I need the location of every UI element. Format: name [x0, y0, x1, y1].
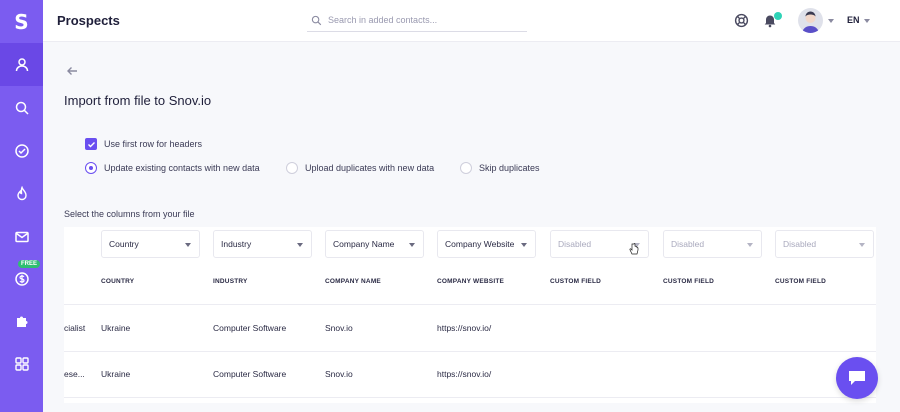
- option-update-existing-label: Update existing contacts with new data: [104, 163, 260, 173]
- option-skip-duplicates-label: Skip duplicates: [479, 163, 540, 173]
- columns-mapping-table: Country Industry Company Name Company We…: [64, 227, 876, 403]
- help-icon[interactable]: [734, 13, 749, 28]
- page-title: Prospects: [57, 13, 120, 28]
- import-heading: Import from file to Snov.io: [64, 93, 212, 108]
- back-arrow-icon[interactable]: [65, 65, 79, 77]
- puzzle-icon: [16, 316, 27, 327]
- chevron-down-icon: [859, 243, 865, 247]
- check-circle-icon: [14, 143, 29, 158]
- select-columns-label: Select the columns from your file: [64, 209, 195, 219]
- person-icon: [15, 57, 28, 71]
- column-select-industry[interactable]: Industry: [213, 230, 312, 258]
- sidebar-item-tasks[interactable]: [0, 129, 43, 172]
- table-cell-website: https://snov.io/: [437, 323, 492, 333]
- radio-update-existing[interactable]: [85, 162, 97, 174]
- table-cell-industry: Computer Software: [213, 369, 287, 379]
- mail-icon: [14, 231, 29, 242]
- search-icon: [311, 15, 322, 25]
- table-cell-company: Snov.io: [325, 323, 353, 333]
- chevron-down-icon: [297, 243, 303, 247]
- chevron-down-icon: [409, 243, 415, 247]
- table-cell-prev: ese...: [64, 369, 85, 379]
- column-select-value: Country: [109, 239, 139, 249]
- row-divider: [64, 304, 876, 305]
- column-select-value: Company Name: [333, 239, 395, 249]
- column-select-value: Disabled: [783, 239, 817, 249]
- sidebar-item-apps[interactable]: [0, 342, 43, 385]
- table-cell-country: Ukraine: [101, 369, 131, 379]
- table-cell-website: https://snov.io/: [437, 369, 492, 379]
- hand-cursor-icon: [629, 243, 639, 255]
- radio-skip-duplicates[interactable]: [460, 162, 472, 174]
- sidebar-item-integrations[interactable]: [0, 299, 43, 342]
- radio-upload-duplicates[interactable]: [286, 162, 298, 174]
- column-select-value: Industry: [221, 239, 252, 249]
- sidebar-item-prospects[interactable]: [0, 43, 43, 86]
- row-divider: [64, 351, 876, 352]
- row-divider: [64, 397, 876, 398]
- sidebar-item-email[interactable]: [0, 215, 43, 258]
- dollar-icon: [14, 271, 29, 286]
- table-cell-company: Snov.io: [325, 369, 353, 379]
- notification-dot: [774, 12, 782, 20]
- column-header-country: COUNTRY: [101, 278, 135, 285]
- column-header-company-website: COMPANY WEBSITE: [437, 278, 505, 285]
- flame-icon: [16, 185, 27, 200]
- search-input[interactable]: [328, 15, 518, 25]
- column-select-value: Disabled: [558, 239, 592, 249]
- column-select-company-website[interactable]: Company Website: [437, 230, 536, 258]
- app-logo[interactable]: S: [0, 0, 43, 43]
- column-header-custom-1: CUSTOM FIELD: [550, 278, 602, 285]
- column-header-industry: INDUSTRY: [213, 278, 248, 285]
- top-bar: Prospects EN: [43, 0, 900, 42]
- use-first-row-label: Use first row for headers: [104, 139, 203, 149]
- column-select-value: Company Website: [445, 239, 515, 249]
- column-header-company-name: COMPANY NAME: [325, 278, 381, 285]
- table-cell-industry: Computer Software: [213, 323, 287, 333]
- column-select-custom-3[interactable]: Disabled: [775, 230, 874, 258]
- chat-button[interactable]: [836, 357, 878, 399]
- table-cell-prev: cialist: [64, 323, 86, 333]
- sidebar: S FREE: [0, 0, 43, 412]
- search-box[interactable]: [307, 9, 527, 32]
- column-header-custom-2: CUSTOM FIELD: [663, 278, 715, 285]
- column-select-custom-2[interactable]: Disabled: [663, 230, 762, 258]
- column-select-company-name[interactable]: Company Name: [325, 230, 424, 258]
- avatar[interactable]: [798, 8, 823, 33]
- column-header-custom-3: CUSTOM FIELD: [775, 278, 827, 285]
- chevron-down-icon: [185, 243, 191, 247]
- language-selector[interactable]: EN: [847, 15, 860, 25]
- table-cell-country: Ukraine: [101, 323, 131, 333]
- chat-icon: [849, 371, 865, 385]
- search-icon: [15, 101, 29, 115]
- chevron-down-icon: [747, 243, 753, 247]
- option-upload-duplicates-label: Upload duplicates with new data: [305, 163, 435, 173]
- grid-icon: [14, 356, 29, 371]
- chevron-down-icon: [521, 243, 527, 247]
- chevron-down-icon[interactable]: [828, 19, 834, 23]
- use-first-row-checkbox[interactable]: [85, 138, 97, 150]
- sidebar-item-credits[interactable]: [0, 257, 43, 300]
- sidebar-item-drip[interactable]: [0, 172, 43, 215]
- checkmark-icon: [87, 141, 95, 147]
- sidebar-item-search[interactable]: [0, 86, 43, 129]
- chevron-down-icon[interactable]: [864, 19, 870, 23]
- user-avatar-icon: [802, 11, 819, 33]
- column-select-country[interactable]: Country: [101, 230, 200, 258]
- column-select-value: Disabled: [671, 239, 705, 249]
